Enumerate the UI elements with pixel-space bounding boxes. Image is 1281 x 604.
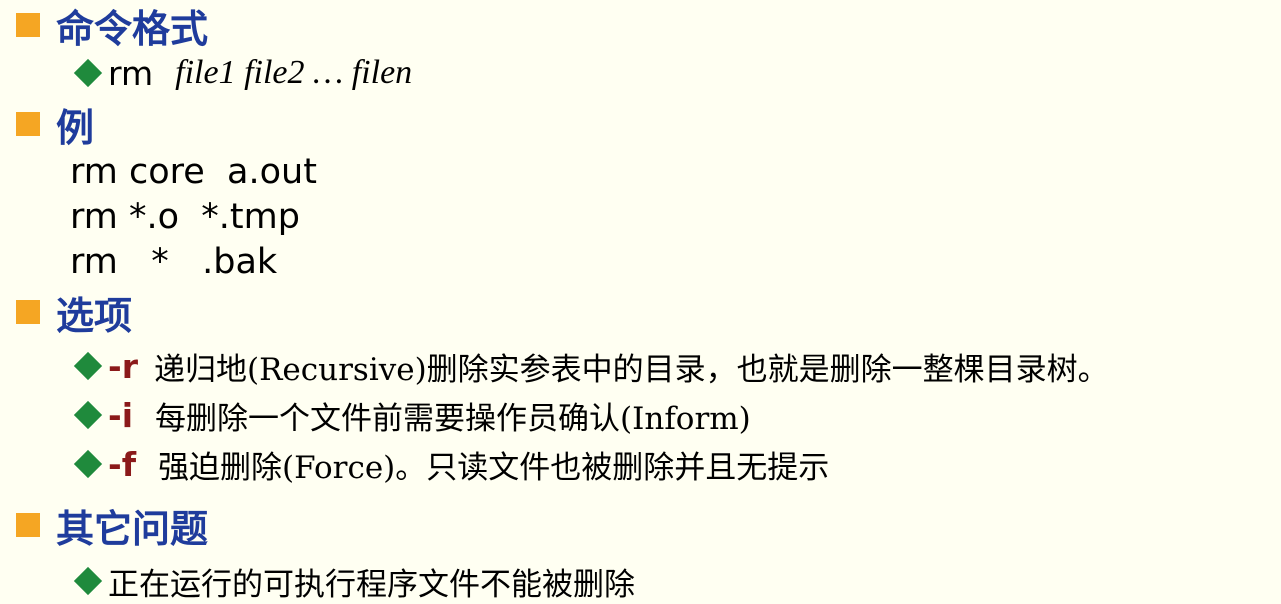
example-line-2: rm *.o *.tmp xyxy=(70,197,300,237)
option-item-i: -i 每删除一个文件前需要操作员确认(Inform) xyxy=(73,392,751,438)
option-desc: 强迫删除(Force)。只读文件也被删除并且无提示 xyxy=(158,449,830,486)
option-desc: 递归地(Recursive)删除实参表中的目录，也就是删除一整棵目录树。 xyxy=(153,351,1109,388)
diamond-bullet-icon xyxy=(73,58,103,88)
format-command: rm xyxy=(108,53,154,93)
heading-options-text: 选项 xyxy=(56,293,133,338)
heading-options: 选项 xyxy=(16,287,133,338)
diamond-bullet-icon xyxy=(73,351,103,381)
option-item-r: -r 递归地(Recursive)删除实参表中的目录，也就是删除一整棵目录树。 xyxy=(73,343,1109,389)
option-desc: 每删除一个文件前需要操作员确认(Inform) xyxy=(155,400,751,437)
heading-format: 命令格式 xyxy=(16,0,209,51)
option-flag: -r xyxy=(108,346,138,386)
slide: 命令格式 rm file1 file2 … filen 例 rm core a.… xyxy=(0,0,1281,604)
heading-example-text: 例 xyxy=(56,105,95,150)
diamond-bullet-icon xyxy=(73,400,103,430)
heading-other: 其它问题 xyxy=(16,500,209,551)
heading-other-text: 其它问题 xyxy=(56,506,209,551)
example-line-3: rm * .bak xyxy=(70,242,278,282)
other-item: 正在运行的可执行程序文件不能被删除 xyxy=(73,558,635,604)
diamond-bullet-icon xyxy=(73,449,103,479)
format-args: file1 file2 … filen xyxy=(175,54,413,91)
format-line: rm file1 file2 … filen xyxy=(73,50,413,96)
square-bullet-icon xyxy=(16,513,40,537)
square-bullet-icon xyxy=(16,300,40,324)
other-item-text: 正在运行的可执行程序文件不能被删除 xyxy=(108,566,635,603)
square-bullet-icon xyxy=(16,13,40,37)
example-line-1: rm core a.out xyxy=(70,152,317,192)
heading-format-text: 命令格式 xyxy=(56,6,209,51)
option-flag: -f xyxy=(108,444,137,484)
diamond-bullet-icon xyxy=(73,566,103,596)
option-flag: -i xyxy=(108,395,134,435)
square-bullet-icon xyxy=(16,112,40,136)
heading-example: 例 xyxy=(16,99,95,150)
option-item-f: -f 强迫删除(Force)。只读文件也被删除并且无提示 xyxy=(73,441,830,487)
